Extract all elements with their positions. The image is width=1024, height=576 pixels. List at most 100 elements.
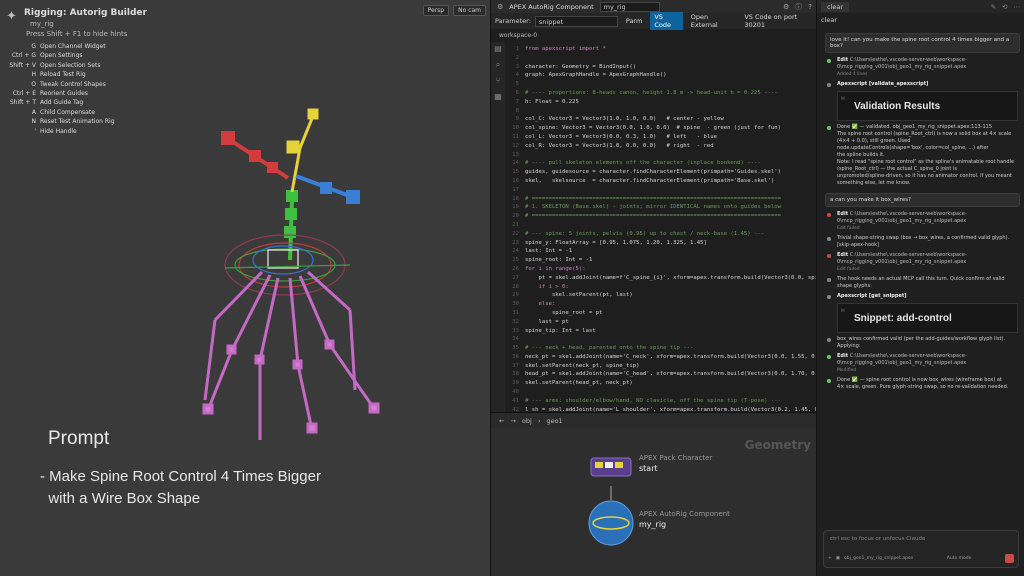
edit-message: Edit C:\Users\esthe\.vscode-server-web\w… (827, 57, 1018, 78)
vscode-button[interactable]: VS Code (650, 12, 683, 30)
rigging-tool-icon: ✦ (6, 9, 17, 24)
edit-path[interactable]: C:\Users\esthe\.vscode-server-web\worksp… (837, 57, 967, 70)
more-icon[interactable]: ⋯ (1014, 3, 1021, 11)
attach-icon[interactable]: ▣ (836, 556, 840, 561)
persp-button[interactable]: Persp (422, 5, 450, 16)
editor-file-tab[interactable]: workspace-0 (499, 32, 537, 39)
code-line: 41 # --- arms: shoulder/elbow/hand, NO cl… (505, 397, 817, 406)
hotkey-action: Reset Test Animation Rig (40, 118, 115, 126)
line-text: # ---- pull skeleton elements off the ch… (525, 160, 761, 167)
line-text: skel, skelsource = character.findCharact… (525, 177, 775, 184)
add-icon[interactable]: + (828, 556, 832, 561)
code-line: 31 spine_root = pt (505, 309, 817, 318)
search-icon[interactable]: ⌕ (491, 60, 505, 74)
node-start-name[interactable]: start (639, 464, 658, 473)
line-number: 38 (512, 371, 519, 378)
line-number: 9 (515, 116, 519, 123)
line-number: 30 (512, 301, 519, 308)
stop-button[interactable] (1004, 554, 1014, 563)
path-obj[interactable]: obj (522, 417, 532, 425)
help-icon[interactable]: ? (808, 3, 816, 11)
code-line: 14 # ---- pull skeleton elements off the … (505, 159, 817, 168)
line-number: 17 (512, 186, 519, 193)
code-line: 9 col_C: Vector3 = Vector3(1.0, 1.0, 0.0)… (505, 115, 817, 124)
code-line: 37 skel.setParent(neck_pt, spine_tip) (505, 362, 817, 371)
new-chat-icon[interactable]: ✎ (991, 3, 996, 11)
forward-icon[interactable]: → (510, 417, 515, 425)
edit-message: Edit C:\Users\esthe\.vscode-server-web\w… (827, 353, 1018, 374)
message-line: The spine root control (spine_Root_ctrl)… (837, 131, 1012, 144)
edit-path[interactable]: C:\Users\esthe\.vscode-server-web\worksp… (837, 211, 967, 224)
code-line: 25 spine_root: Int = -1 (505, 256, 817, 265)
line-number: 13 (512, 151, 519, 158)
rig-viewport[interactable]: ✦ Rigging: Autorig Builder my_rig Press … (0, 0, 490, 576)
line-number: 2 (515, 54, 519, 61)
line-number: 29 (512, 292, 519, 299)
line-text: last = pt (525, 318, 569, 325)
code-line: 28 if i > 0: (505, 283, 817, 292)
node-rig-type: APEX AutoRig Component (639, 510, 730, 518)
hotkey-action: Child Compensate (40, 108, 95, 116)
hotkey-row: Ctrl + G Open Settings (4, 51, 124, 60)
mode-selector[interactable]: Auto mode (947, 556, 972, 561)
rig-skeleton[interactable] (150, 100, 390, 440)
line-text: skel.setParent(head_pt, neck_pt) (525, 380, 633, 387)
edit-path[interactable]: C:\Users\esthe\.vscode-server-web\worksp… (837, 353, 967, 366)
code-line: 16 skel, skelsource = character.findChara… (505, 177, 817, 186)
chat-input-box[interactable]: ctrl esc to focus or unfocus Claude + ▣ … (823, 530, 1019, 568)
line-text: # ======================================… (525, 195, 781, 202)
line-number: 37 (512, 362, 519, 369)
line-number: 23 (512, 239, 519, 246)
code-lines: 1 from apexscript import * 2 3 character: Ge… (505, 45, 817, 412)
history-icon[interactable]: ⟲ (1002, 3, 1007, 11)
hotkey-action: Open Selection Sets (40, 61, 101, 69)
code-line: 34 (505, 335, 817, 344)
status-dot (827, 213, 831, 217)
extensions-icon[interactable]: ▦ (491, 92, 505, 106)
network-path-bar: ← → obj › geo1 (491, 412, 817, 428)
node-network[interactable]: Geometry APEX Pack Character start APEX … (491, 428, 817, 576)
source-control-icon[interactable]: ⑂ (491, 76, 505, 90)
code-line: 22 # --- spine: 5 joints, pelvis (0.95) u… (505, 230, 817, 239)
code-line: 1 from apexscript import * (505, 45, 817, 54)
camera-button[interactable]: No cam (453, 5, 486, 16)
node-rig-name[interactable]: my_rig (639, 520, 666, 529)
parameter-field[interactable]: snippet (534, 15, 618, 27)
info-icon[interactable]: ⓘ (795, 2, 802, 12)
vscode-port-button[interactable]: VS Code on port 30201 (740, 12, 816, 30)
assistant-message: box_wires confirmed valid (per the add-g… (827, 336, 1018, 350)
hotkey-row: Shift + T Add Guide Tag (4, 98, 124, 107)
line-number: 5 (515, 81, 519, 88)
back-icon[interactable]: ← (499, 417, 504, 425)
files-icon[interactable]: ▤ (491, 44, 505, 58)
line-number: 32 (512, 318, 519, 325)
hotkey-key: Shift + V (9, 61, 36, 69)
path-geo[interactable]: geo1 (546, 417, 562, 425)
line-text: col_R: Vector3 = Vector3(1.0, 0.0, 0.0) … (525, 142, 714, 149)
open-external-button[interactable]: Open External (687, 12, 737, 30)
line-text: last: Int = -1 (525, 248, 573, 255)
code-line: 8 (505, 107, 817, 116)
hotkey-action: Reload Test Rig (40, 71, 86, 79)
settings-icon[interactable]: ⚙ (783, 3, 789, 11)
gear-icon[interactable]: ⚙ (497, 3, 503, 11)
component-name-field[interactable]: my_rig (599, 1, 660, 12)
code-line: 40 (505, 388, 817, 397)
code-line: 21 (505, 221, 817, 230)
code-line: 26 for i in range(5): (505, 265, 817, 274)
parameter-bar: Parameter: snippet Parm VS Code Open Ext… (491, 12, 816, 30)
edit-path[interactable]: C:\Users\esthe\.vscode-server-web\worksp… (837, 252, 967, 265)
chat-tab[interactable]: clear (821, 1, 850, 12)
line-number: 18 (512, 195, 519, 202)
hotkey-action: Hide Handle (40, 127, 77, 135)
code-line: 30 else: (505, 300, 817, 309)
editor-panel: ⚙ APEX AutoRig Component my_rig ⚙ ⓘ ? Pa… (490, 0, 817, 576)
tool-call-message: Apexscript [validate_apexscript] (827, 81, 1018, 88)
context-file-chip[interactable]: obj_geo1_my_rig_snippet.apex (844, 556, 913, 561)
viewport-subtitle: my_rig (30, 20, 54, 28)
edit-status: Modified (837, 368, 857, 373)
code-editor[interactable]: ▤ ⌕ ⑂ ▦ 1 from apexscript import * 2 3 chara… (491, 42, 817, 412)
parm-button[interactable]: Parm (622, 16, 647, 26)
line-number: 33 (512, 327, 519, 334)
line-text: spine_tip: Int = last (525, 327, 596, 334)
